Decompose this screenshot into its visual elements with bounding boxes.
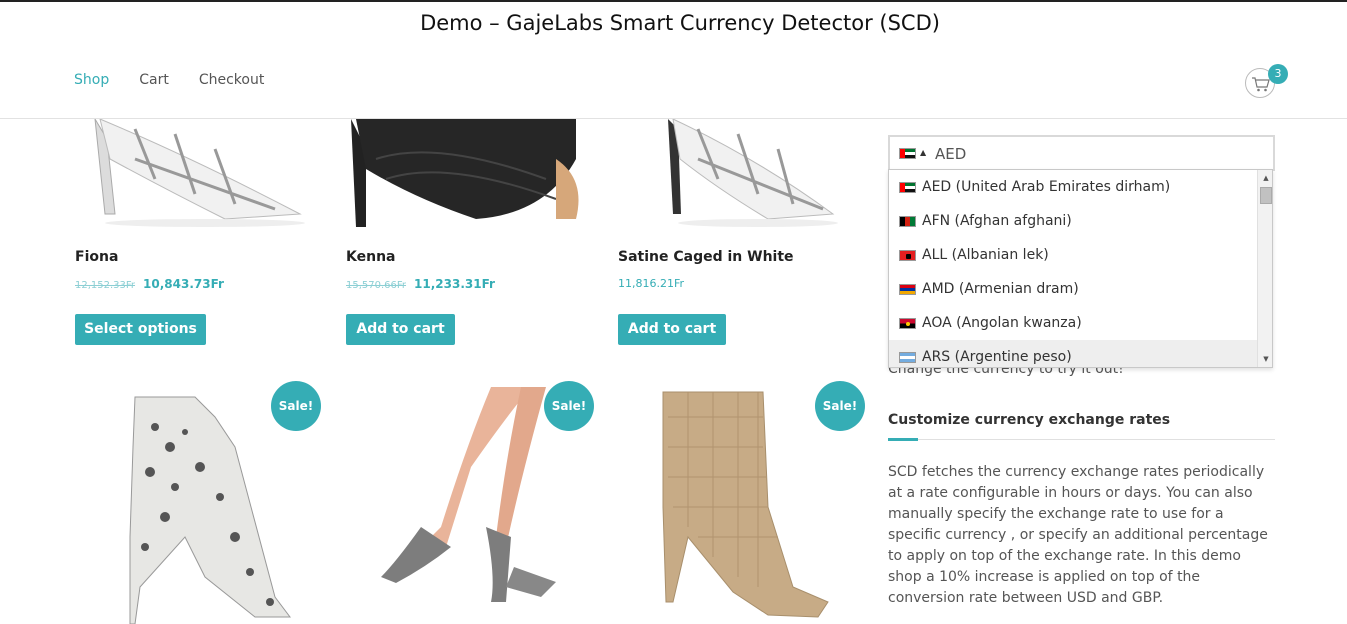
sale-badge: Sale! [544,381,594,431]
armenia-flag-icon [899,283,916,295]
product-name[interactable]: Fiona [75,249,118,265]
old-price: 15,570.66Fr [346,280,407,291]
product-name[interactable]: Satine Caged in White [618,249,794,265]
select-options-button[interactable]: Select options [75,314,206,345]
section-paragraph: SCD fetches the currency exchange rates … [888,464,1268,606]
albania-flag-icon [899,249,916,261]
currency-option-afn[interactable]: AFN (Afghan afghani) [889,204,1257,238]
product-price: 11,816.21Fr [618,277,684,290]
old-price: 12,152.33Fr [75,280,136,291]
nav-checkout[interactable]: Checkout [199,72,265,88]
cart-glyph-icon [1252,77,1270,92]
product-image-kenna[interactable] [346,119,586,227]
scroll-up-arrow-icon[interactable]: ▲ [1258,170,1272,186]
top-rule [0,0,1347,2]
nav-cart[interactable]: Cart [139,72,169,88]
sale-price: 11,233.31Fr [414,277,495,291]
currency-select-value: AED [935,145,967,163]
product-image-fiona[interactable] [75,119,315,227]
sale-badge: Sale! [271,381,321,431]
currency-option-label: ALL (Albanian lek) [922,247,1049,263]
afghanistan-flag-icon [899,215,916,227]
currency-option-amd[interactable]: AMD (Armenian dram) [889,272,1257,306]
currency-dropdown-list[interactable]: AED (United Arab Emirates dirham) AFN (A… [888,169,1273,368]
currency-option-aoa[interactable]: AOA (Angolan kwanza) [889,306,1257,340]
site-title: Demo – GajeLabs Smart Currency Detector … [420,11,940,35]
product-name[interactable]: Kenna [346,249,395,265]
currency-option-label: ARS (Argentine peso) [922,349,1072,365]
heading-divider [888,439,1275,440]
currency-option-ars[interactable]: ARS (Argentine peso) [889,340,1257,367]
main-nav: Shop Cart Checkout [74,72,264,88]
sale-price: 10,843.73Fr [143,277,224,291]
scroll-thumb[interactable] [1260,187,1272,204]
currency-option-label: AED (United Arab Emirates dirham) [922,179,1171,195]
sale-badge: Sale! [815,381,865,431]
currency-option-all[interactable]: ALL (Albanian lek) [889,238,1257,272]
add-to-cart-button[interactable]: Add to cart [346,314,455,345]
dropdown-scrollbar[interactable]: ▲ ▼ [1257,170,1272,367]
currency-select[interactable]: ▲ AED [888,135,1275,171]
uae-flag-icon [899,148,916,159]
price: 11,816.21Fr [618,277,685,290]
section-heading: Customize currency exchange rates [888,412,1171,428]
product-price: 15,570.66Fr 11,233.31Fr [346,277,495,291]
argentina-flag-icon [899,351,916,363]
scroll-down-arrow-icon[interactable]: ▼ [1258,351,1272,367]
angola-flag-icon [899,317,916,329]
currency-option-label: AFN (Afghan afghani) [922,213,1072,229]
currency-option-label: AOA (Angolan kwanza) [922,315,1082,331]
nav-shop[interactable]: Shop [74,72,109,88]
caret-up-icon: ▲ [920,148,927,157]
product-image-satine[interactable] [618,119,858,227]
product-price: 12,152.33Fr 10,843.73Fr [75,277,224,291]
cart-count-badge: 3 [1268,64,1288,84]
uae-flag-icon [899,181,916,193]
heading-accent-bar [888,438,918,441]
currency-option-label: AMD (Armenian dram) [922,281,1079,297]
currency-option-aed[interactable]: AED (United Arab Emirates dirham) [889,170,1257,204]
add-to-cart-button[interactable]: Add to cart [618,314,726,345]
